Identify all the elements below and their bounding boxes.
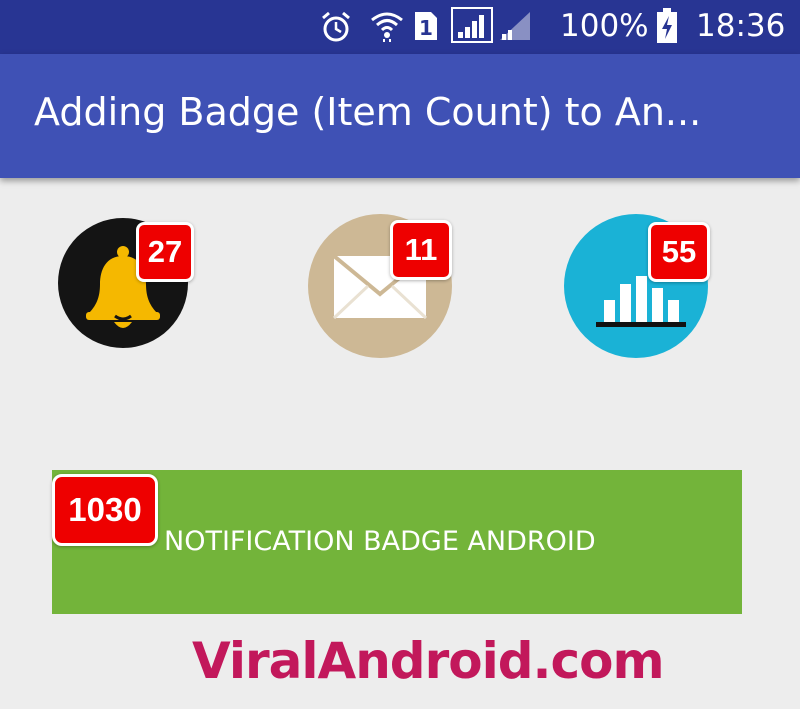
watermark: ViralAndroid.com bbox=[192, 632, 665, 690]
clock: 18:36 bbox=[696, 8, 786, 44]
alarm-icon bbox=[320, 10, 352, 49]
wifi-icon bbox=[370, 8, 404, 47]
bell-badge: 27 bbox=[136, 222, 194, 282]
battery-charging-icon bbox=[656, 8, 678, 49]
battery-percentage: 100% bbox=[560, 8, 649, 44]
bell-notification-button[interactable]: 27 bbox=[58, 218, 218, 378]
signal-icon bbox=[498, 10, 532, 47]
page-title: Adding Badge (Item Count) to An... bbox=[34, 90, 702, 134]
mail-notification-button[interactable]: 11 bbox=[308, 214, 468, 374]
app-bar: Adding Badge (Item Count) to An... bbox=[0, 54, 800, 178]
status-bar: 1 100% 18:36 bbox=[0, 0, 800, 54]
chart-badge: 55 bbox=[648, 222, 710, 282]
signal-icon bbox=[450, 6, 494, 49]
mail-badge: 11 bbox=[390, 220, 452, 280]
button-label: NOTIFICATION BADGE ANDROID bbox=[164, 526, 596, 557]
sim-icon: 1 bbox=[413, 10, 439, 47]
chart-notification-button[interactable]: 55 bbox=[564, 214, 724, 374]
banner-badge: 1030 bbox=[52, 474, 158, 546]
sim-slot-label: 1 bbox=[419, 16, 433, 40]
